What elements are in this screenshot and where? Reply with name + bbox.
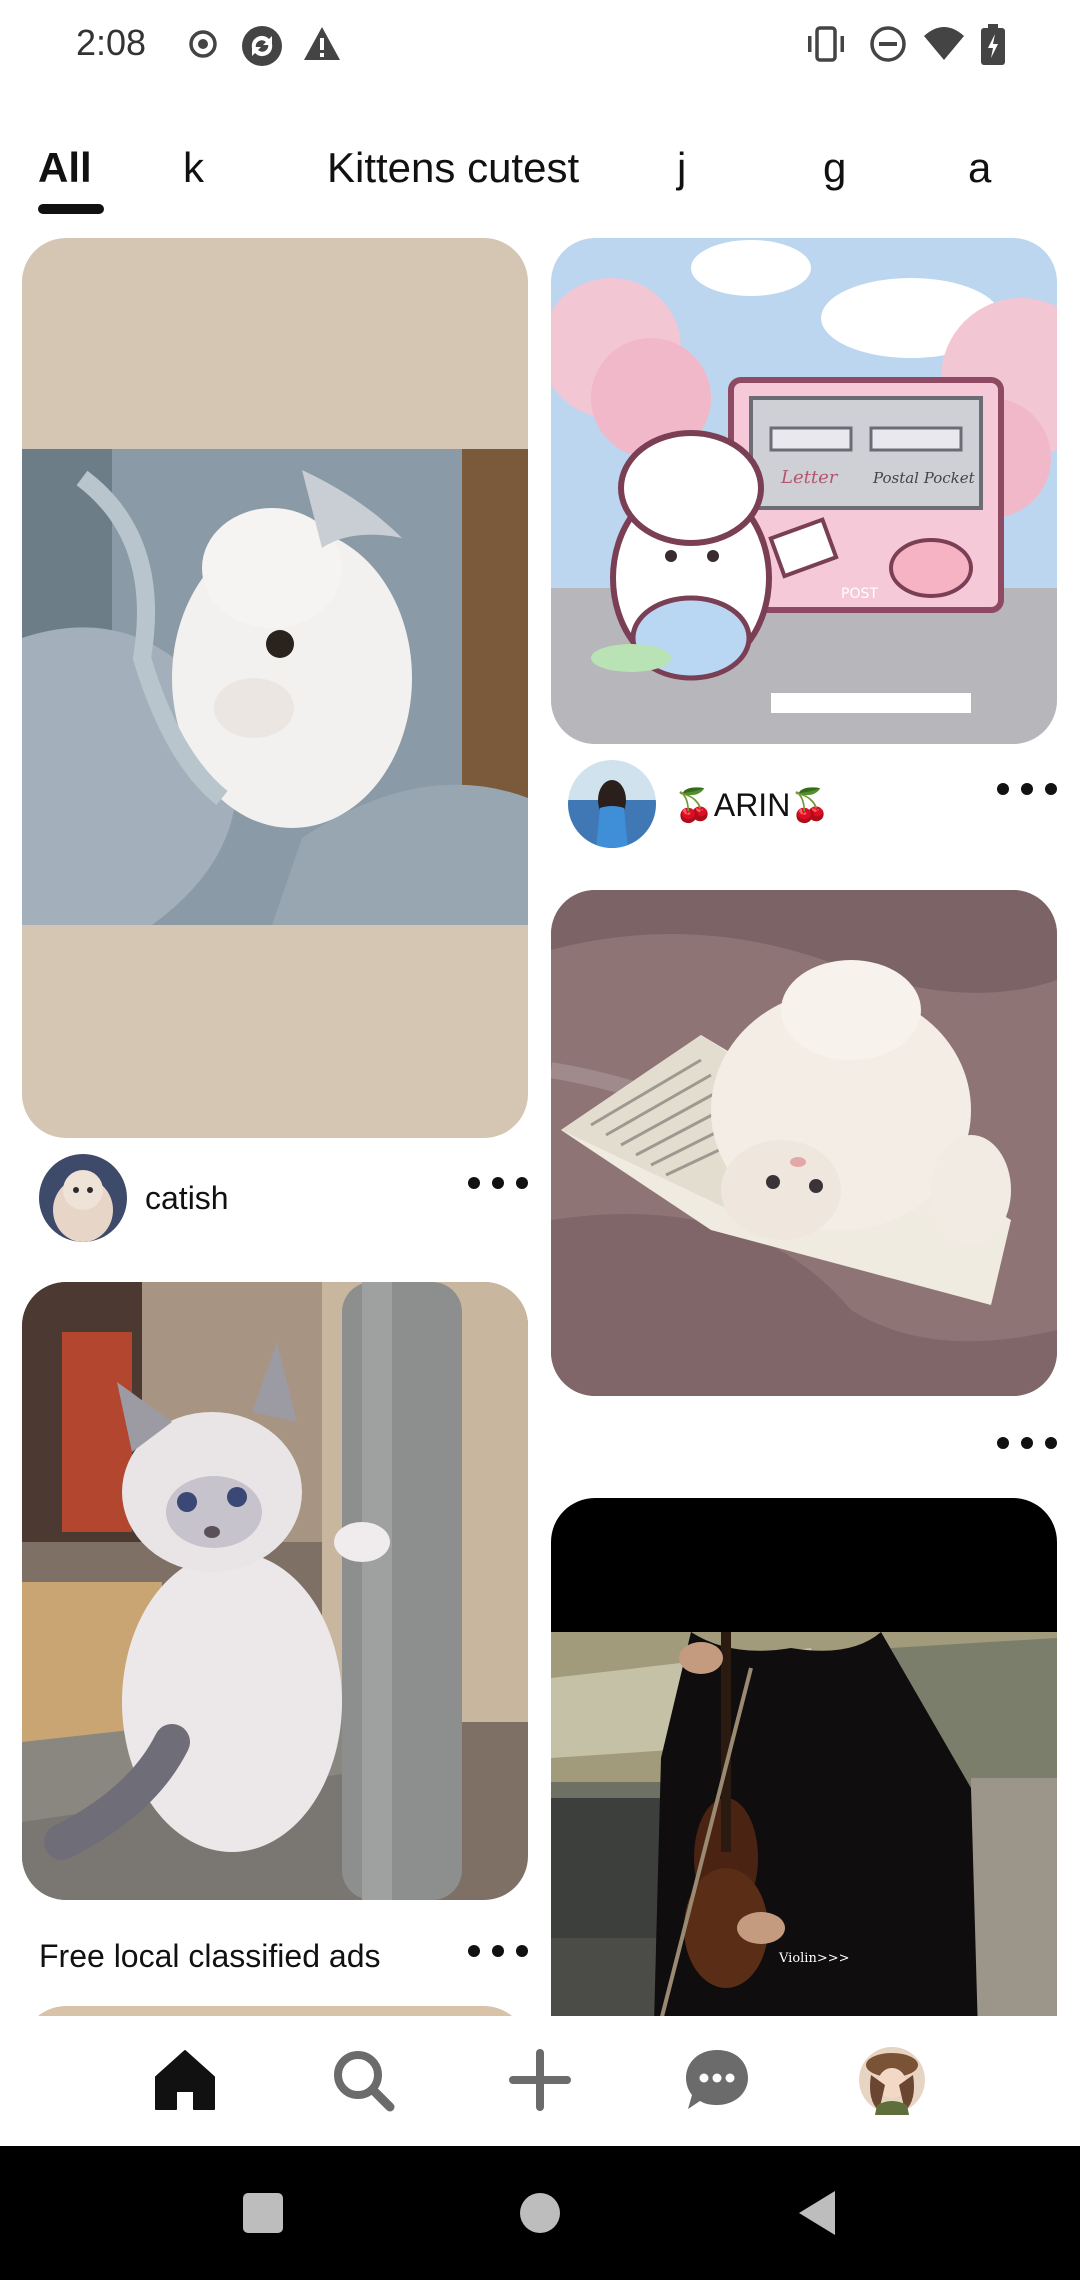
violin-overlay-text: Violin>>> <box>778 1951 850 1966</box>
warning-icon <box>302 24 342 69</box>
vibrate-icon <box>804 24 848 69</box>
home-circle-icon[interactable] <box>500 2176 580 2250</box>
bottom-nav <box>0 2016 1080 2146</box>
active-tab-indicator <box>38 204 104 214</box>
author-avatar[interactable] <box>39 1154 127 1242</box>
home-icon[interactable] <box>145 2040 225 2120</box>
board-tabs: All k Kittens cutest j g a <box>0 130 1080 220</box>
create-icon[interactable] <box>500 2040 580 2120</box>
pin-meta-kitten-on-book <box>551 1414 1057 1504</box>
pin-image-partial[interactable] <box>22 2006 528 2016</box>
sync-app-icon <box>240 24 284 73</box>
pin-caption[interactable]: Free local classified ads <box>39 1938 380 1975</box>
pin-image-kawaii-mailbox[interactable]: Letter Postal Pocket POST <box>551 238 1057 744</box>
recents-icon[interactable] <box>223 2176 303 2250</box>
tab-kittens-cutest[interactable]: Kittens cutest <box>327 144 579 192</box>
search-icon[interactable] <box>323 2040 403 2120</box>
mailbox-sign-postal: Postal Pocket <box>872 469 976 487</box>
tab-j[interactable]: j <box>677 144 686 192</box>
system-nav-bar <box>0 2146 1080 2280</box>
mailbox-sign-post: POST <box>841 586 878 602</box>
author-name[interactable]: catish <box>145 1180 229 1217</box>
status-bar: 2:08 <box>0 0 1080 88</box>
battery-charging-icon <box>980 24 1006 71</box>
pin-image-kitten-on-book[interactable] <box>551 890 1057 1396</box>
tab-a[interactable]: a <box>968 144 991 192</box>
pin-meta-arin: 🍒ARIN🍒 <box>551 760 1057 850</box>
wifi-icon <box>922 24 966 69</box>
mailbox-sign-letter: Letter <box>780 467 839 488</box>
pin-image-ragdoll-kitten[interactable] <box>22 1282 528 1900</box>
more-icon[interactable] <box>468 1936 528 1966</box>
back-icon[interactable] <box>777 2176 857 2250</box>
author-avatar[interactable] <box>568 760 656 848</box>
profile-avatar[interactable] <box>852 2040 932 2120</box>
status-time: 2:08 <box>76 22 147 63</box>
pin-meta-catish: catish <box>22 1154 528 1244</box>
do-not-disturb-icon <box>868 24 908 69</box>
more-icon[interactable] <box>997 1428 1057 1458</box>
more-icon[interactable] <box>997 774 1057 804</box>
more-icon[interactable] <box>468 1168 528 1198</box>
tab-all[interactable]: All <box>38 144 92 192</box>
messages-icon[interactable] <box>677 2040 757 2120</box>
pin-image-violin[interactable]: Violin>>> <box>551 1498 1057 2016</box>
record-icon <box>186 24 220 69</box>
pin-meta-ragdoll: Free local classified ads <box>22 1916 528 2006</box>
pin-feed[interactable]: catish Letter Postal Pocket POST 🍒ARIN🍒 … <box>0 236 1080 2016</box>
tab-k[interactable]: k <box>183 144 204 192</box>
tab-g[interactable]: g <box>823 144 846 192</box>
author-name[interactable]: 🍒ARIN🍒 <box>674 786 830 824</box>
pin-image-white-kitten[interactable] <box>22 238 528 1138</box>
